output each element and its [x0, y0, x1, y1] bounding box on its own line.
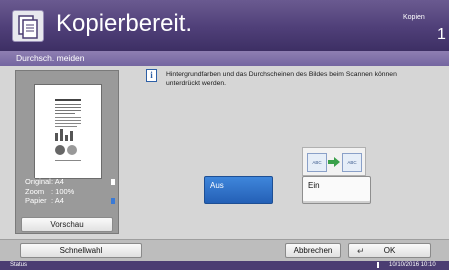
- ok-label: OK: [383, 246, 396, 255]
- info-paper-key: Papier: [25, 196, 47, 205]
- date-time: 10/10/2016 10:10: [389, 262, 436, 268]
- bleed-through-illustration: ABC ABC: [302, 147, 366, 176]
- page-title: Kopierbereit.: [56, 10, 193, 37]
- header-bar: Kopierbereit. Kopien 1: [0, 0, 449, 51]
- abc-before-icon: ABC: [307, 153, 327, 172]
- original-indicator-icon: [111, 179, 115, 185]
- info-original-key: Original: [25, 177, 51, 186]
- status-indicator-icon: [377, 262, 379, 268]
- copies-count[interactable]: 1: [437, 26, 446, 44]
- preview-button[interactable]: Vorschau: [21, 217, 113, 232]
- function-description: Hintergrundfarben und das Durchscheinen …: [166, 71, 397, 87]
- quick-setup-button[interactable]: Schnellwahl: [20, 243, 142, 258]
- copy-icon: [12, 10, 44, 42]
- document-thumbnail: [55, 99, 81, 161]
- return-arrow-icon: ↵: [357, 246, 365, 256]
- preview-panel: Original : A4 Zoom : 100% Papier : A4 Vo…: [15, 70, 119, 234]
- info-paper: Papier : A4: [25, 196, 115, 206]
- info-icon: i: [146, 69, 157, 82]
- info-original: Original : A4: [25, 177, 115, 187]
- info-original-value: : A4: [51, 177, 64, 186]
- info-zoom-value: : 100%: [51, 186, 75, 196]
- preview-info: Original : A4 Zoom : 100% Papier : A4: [25, 177, 115, 206]
- info-zoom: Zoom : 100%: [25, 187, 115, 197]
- abc-after-icon: ABC: [342, 153, 362, 172]
- status-bar: Status 10/10/2016 10:10: [0, 261, 449, 270]
- tab-prevent-bleed-through: Durchsch. meiden: [16, 53, 85, 63]
- arrow-right-icon: [328, 157, 340, 167]
- status-button[interactable]: Status: [10, 262, 27, 268]
- function-tab-bar: Durchsch. meiden: [0, 51, 449, 66]
- option-on-button[interactable]: Ein: [302, 176, 371, 204]
- cancel-button[interactable]: Abbrechen: [285, 243, 341, 258]
- info-zoom-key: Zoom: [25, 186, 45, 196]
- option-off-button[interactable]: Aus: [204, 176, 273, 204]
- paper-tray-indicator-icon: [111, 198, 115, 204]
- info-paper-value: : A4: [51, 196, 64, 205]
- ok-button[interactable]: ↵ OK: [348, 243, 431, 258]
- copies-label: Kopien: [403, 14, 425, 21]
- preview-page: [34, 84, 102, 179]
- bottom-bar: Schnellwahl Abbrechen ↵ OK: [0, 239, 449, 261]
